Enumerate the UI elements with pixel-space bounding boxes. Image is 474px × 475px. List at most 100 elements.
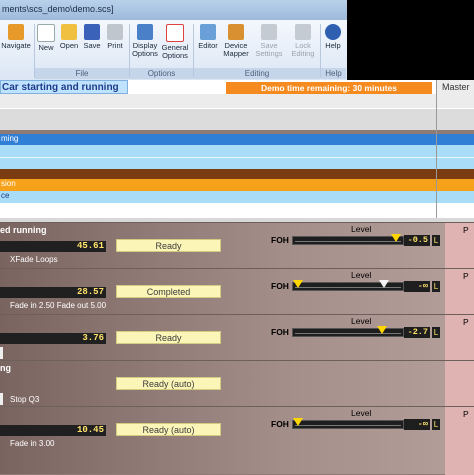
pan-l-label: L xyxy=(432,327,440,338)
cue-subtext: Stop Q3 xyxy=(10,395,40,404)
editor-icon xyxy=(200,24,216,40)
cue-panel: 10.45 Ready (auto) Fade in 3.00 Level FO… xyxy=(0,406,474,475)
help-icon xyxy=(325,24,341,40)
save-icon xyxy=(84,24,100,40)
pan-column: P xyxy=(445,315,474,361)
level-db: -0.5 xyxy=(404,235,430,246)
save-label: Save xyxy=(83,41,101,50)
ribbon-toolbar: Navigate New Open Save Print Display Opt… xyxy=(0,20,347,81)
open-label: Open xyxy=(59,41,79,50)
general-options-icon xyxy=(166,24,184,42)
cue-panel: ng Ready (auto) Stop Q3 xyxy=(0,360,474,407)
lock-editing-button[interactable]: Lock Editing xyxy=(289,24,317,58)
column-divider xyxy=(436,94,437,218)
cue-time: 45.61 xyxy=(60,241,106,252)
save-button[interactable]: Save xyxy=(82,24,102,50)
cue-list-row[interactable] xyxy=(0,94,474,108)
new-button[interactable]: New xyxy=(36,24,56,52)
cue-list-row[interactable] xyxy=(0,157,474,169)
editor-label: Editor xyxy=(198,41,218,50)
progress-marker xyxy=(0,393,3,405)
device-mapper-button[interactable]: Device Mapper xyxy=(222,24,250,58)
progress-bar xyxy=(0,241,60,252)
save-settings-label: Save Settings xyxy=(255,41,283,58)
cue-panel: 28.57 Completed Fade in 2.50 Fade out 5.… xyxy=(0,268,474,315)
display-options-button[interactable]: Display Options xyxy=(131,24,159,58)
group-file: File xyxy=(35,68,129,79)
cue-list-row[interactable] xyxy=(0,145,474,157)
device-mapper-label: Device Mapper xyxy=(223,41,249,58)
progress-bar xyxy=(0,425,60,436)
open-icon xyxy=(61,24,77,40)
window-title: ments\scs_demo\demo.scs] xyxy=(2,4,114,14)
foh-label: FOH xyxy=(271,419,289,429)
cue-row-label: ce xyxy=(1,191,10,200)
level-knob[interactable] xyxy=(293,418,303,426)
level-knob[interactable] xyxy=(377,326,387,334)
cue-panel: 3.76 Ready Level FOH -2.7 L P xyxy=(0,314,474,361)
level-header: Level xyxy=(351,408,372,418)
level-slider[interactable] xyxy=(292,234,404,245)
pan-header: P xyxy=(463,317,469,327)
print-button[interactable]: Print xyxy=(104,24,126,50)
display-options-icon xyxy=(137,24,153,40)
cue-panel-name: ed running xyxy=(0,225,47,235)
cue-row-label: ming xyxy=(1,134,19,143)
pan-l-label: L xyxy=(432,419,440,430)
save-settings-icon xyxy=(261,24,277,40)
cue-panel-name: ng xyxy=(0,363,11,373)
navigate-button[interactable]: Navigate xyxy=(1,24,31,50)
level-slider[interactable] xyxy=(292,326,404,337)
cue-time: 3.76 xyxy=(60,333,106,344)
editor-button[interactable]: Editor xyxy=(196,24,220,50)
cue-subtext: Fade in 2.50 Fade out 5.00 xyxy=(10,301,107,310)
cue-list-row[interactable]: ce xyxy=(0,191,474,203)
cue-subtext: Fade in 3.00 xyxy=(10,439,55,448)
lock-editing-icon xyxy=(295,24,311,40)
foh-label: FOH xyxy=(271,327,289,337)
level-db: -∞ xyxy=(404,281,430,292)
group-editing: Editing xyxy=(194,68,320,79)
print-icon xyxy=(107,24,123,40)
level-knob[interactable] xyxy=(293,280,303,288)
cue-list-row[interactable]: ming xyxy=(0,134,474,145)
progress-bar xyxy=(0,333,60,344)
level-knob[interactable] xyxy=(391,234,401,242)
pan-header: P xyxy=(463,271,469,281)
general-options-button[interactable]: General Options xyxy=(161,24,189,60)
level-slider[interactable] xyxy=(292,280,404,291)
progress-bar xyxy=(0,287,60,298)
current-cue-name[interactable]: Car starting and running xyxy=(0,80,128,94)
level-header: Level xyxy=(351,270,372,280)
cue-list-row[interactable] xyxy=(0,203,474,218)
cue-time: 28.57 xyxy=(60,287,106,298)
cue-status: Completed xyxy=(116,285,221,298)
pan-column xyxy=(445,361,474,407)
level-db: -2.7 xyxy=(404,327,430,338)
general-options-label: General Options xyxy=(161,43,189,60)
cue-list-row[interactable] xyxy=(0,108,474,130)
level-db: -∞ xyxy=(404,419,430,430)
navigate-icon xyxy=(8,24,24,40)
cue-status: Ready (auto) xyxy=(116,377,221,390)
cue-status: Ready xyxy=(116,331,221,344)
cue-list-row[interactable] xyxy=(0,169,474,179)
open-button[interactable]: Open xyxy=(58,24,80,50)
help-label: Help xyxy=(325,41,341,50)
print-label: Print xyxy=(107,41,123,50)
display-options-label: Display Options xyxy=(132,41,158,58)
level-target-knob[interactable] xyxy=(379,280,389,288)
cue-panel: ed running 45.61 Ready XFade Loops Level… xyxy=(0,222,474,269)
cue-status: Ready xyxy=(116,239,221,252)
demo-time-banner: Demo time remaining: 30 minutes xyxy=(226,82,432,94)
pan-l-label: L xyxy=(432,281,440,292)
level-slider[interactable] xyxy=(292,418,404,429)
foh-label: FOH xyxy=(271,235,289,245)
cue-list-row[interactable]: sion xyxy=(0,179,474,191)
cue-subtext: XFade Loops xyxy=(10,255,58,264)
save-settings-button[interactable]: Save Settings xyxy=(253,24,285,58)
device-mapper-icon xyxy=(228,24,244,40)
pan-column: P xyxy=(445,223,474,269)
foh-label: FOH xyxy=(271,281,289,291)
help-button[interactable]: Help xyxy=(322,24,344,50)
